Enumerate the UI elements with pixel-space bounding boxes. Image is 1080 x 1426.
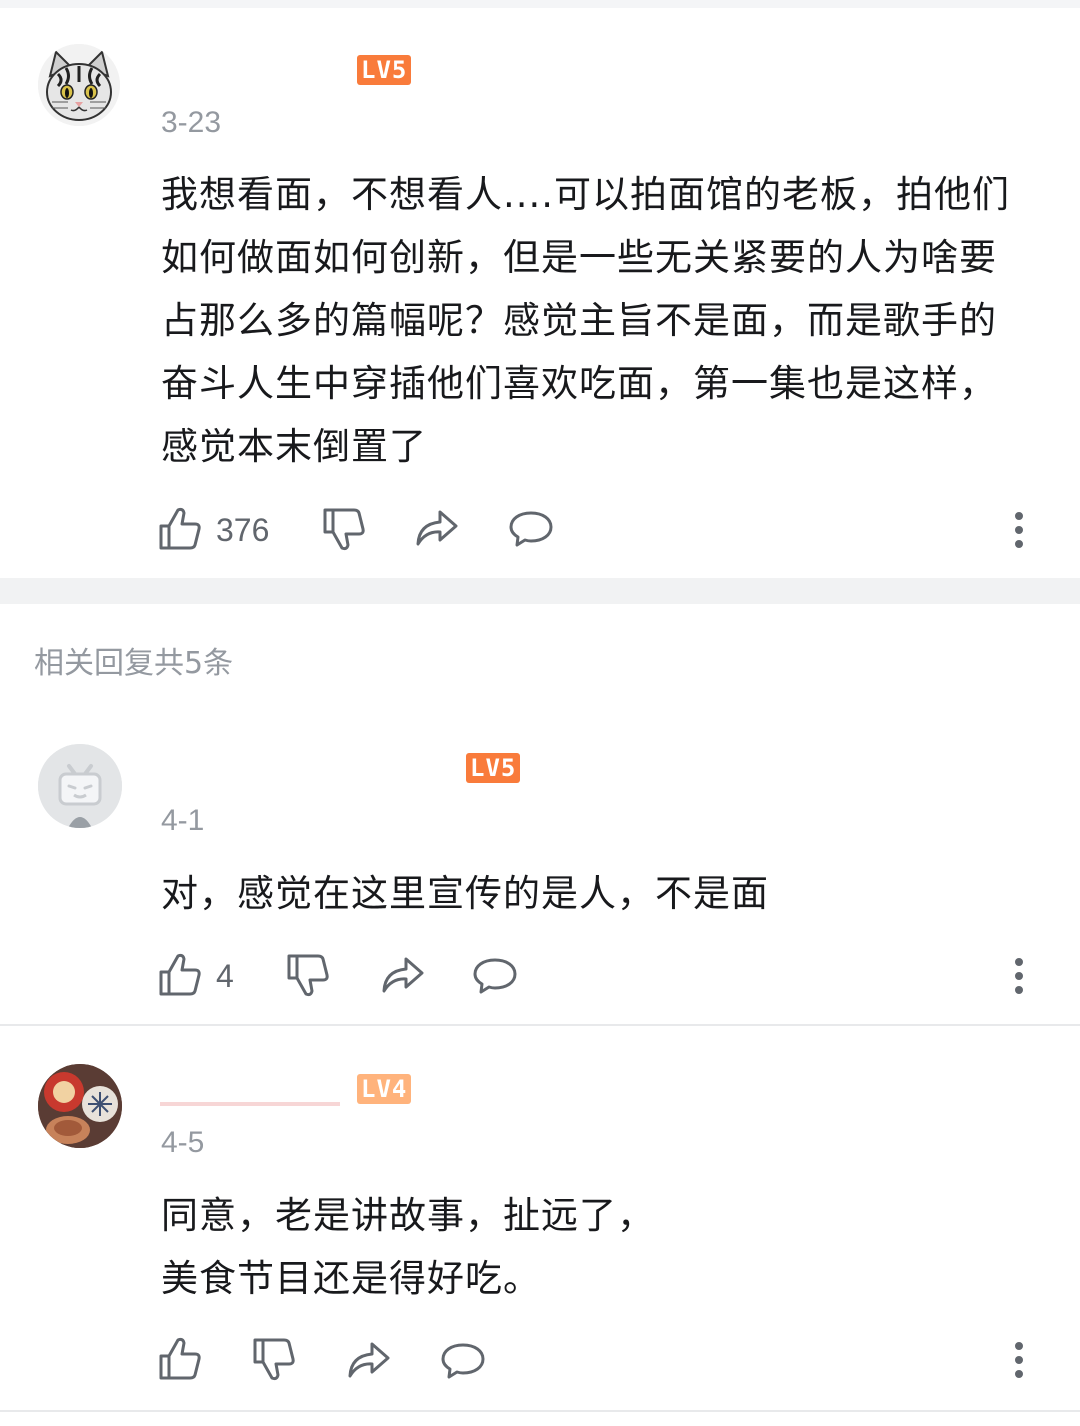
reply-button[interactable] [440,1342,486,1382]
more-icon-dot [1015,1370,1023,1378]
section-divider [0,578,1080,604]
level-badge: LV5 [357,55,412,85]
top-divider [0,0,1080,8]
reply-icon [509,511,553,547]
share-icon [348,1342,390,1378]
share-button[interactable] [414,508,460,552]
user-avatar[interactable] [38,1064,122,1148]
more-button[interactable] [1010,958,1028,998]
thumb-down-icon [323,508,365,551]
replies-header: 相关回复共5条 [34,646,234,681]
reply-content-line-1: 同意，老是讲故事，扯远了， [161,1194,655,1237]
user-avatar[interactable] [38,744,122,828]
thumb-up-icon [159,507,201,550]
dislike-button[interactable] [252,1336,298,1382]
thumb-down-icon [287,954,329,997]
more-button[interactable] [1010,512,1028,552]
like-button[interactable] [158,1336,206,1384]
reply-button[interactable] [472,957,518,997]
more-icon-dot [1015,1342,1023,1350]
user-avatar[interactable] [38,44,120,126]
more-icon-dot [1015,958,1023,966]
more-icon-dot [1015,972,1023,980]
thumb-up-icon [159,953,201,996]
dislike-button[interactable] [286,952,332,998]
like-count: 4 [216,958,234,994]
share-button[interactable] [346,1340,392,1384]
share-icon [416,510,458,546]
reply-content-line-2: 美食节目还是得好吃。 [161,1257,541,1300]
reply-icon [473,958,517,994]
like-button[interactable] [158,506,206,554]
username-redacted [160,1102,340,1106]
more-icon-dot [1015,512,1023,520]
level-badge: LV5 [466,753,521,783]
thumb-down-icon [253,1338,295,1381]
like-button[interactable] [158,952,206,1000]
reply-date: 4-5 [161,1126,205,1159]
food-avatar-icon [38,1064,122,1148]
more-icon-dot [1015,1356,1023,1364]
level-badge: LV4 [357,1074,412,1104]
tv-avatar-icon [38,744,122,828]
reply-content: 对，感觉在这里宣传的是人，不是面 [161,872,769,915]
bottom-divider [0,1410,1080,1412]
reply-icon [441,1343,485,1379]
reply-button[interactable] [508,510,554,550]
more-button[interactable] [1010,1342,1028,1382]
more-icon-dot [1015,986,1023,994]
like-count: 376 [216,512,270,548]
comment-content: 我想看面，不想看人....可以拍面馆的老板，拍他们如何做面如何创新，但是一些无关… [161,173,1011,468]
share-icon [382,957,424,993]
dislike-button[interactable] [322,506,368,552]
reply-date: 4-1 [161,804,205,837]
reply-divider [0,1024,1080,1026]
thumb-up-icon [159,1337,201,1380]
more-icon-dot [1015,526,1023,534]
cat-avatar-icon [38,44,120,126]
comment-date: 3-23 [161,106,222,139]
share-button[interactable] [380,955,426,999]
more-icon-dot [1015,540,1023,548]
